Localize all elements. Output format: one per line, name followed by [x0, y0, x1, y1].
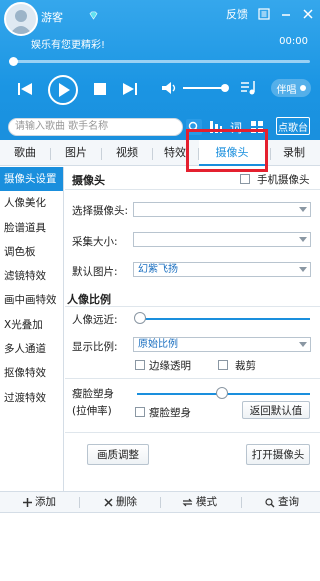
display-ratio-value: 原始比例	[138, 339, 178, 350]
display-ratio-label: 显示比例:	[72, 341, 118, 353]
default-image-dropdown[interactable]: 幻紫飞扬	[133, 262, 311, 277]
portrait-distance-knob[interactable]	[134, 312, 146, 324]
delete-button[interactable]: 删除	[104, 492, 137, 513]
display-ratio-dropdown[interactable]: 原始比例	[133, 337, 311, 352]
delete-label: 删除	[116, 496, 137, 508]
stop-icon[interactable]	[94, 83, 106, 95]
feedback-link[interactable]: 反馈	[226, 6, 248, 22]
select-camera-dropdown[interactable]	[133, 202, 311, 217]
camera-sidebar: 摄像头设置 人像美化 脸谱道具 调色板 滤镜特效 画中画特效 X光叠加 多人通道…	[0, 167, 64, 491]
delete-x-icon	[104, 498, 113, 507]
magnifier-icon	[265, 497, 275, 507]
song-console-button[interactable]: 点歌台	[276, 117, 310, 135]
sidebar-item-filter[interactable]: 滤镜特效	[0, 264, 63, 288]
reset-default-button[interactable]: 返回默认值	[242, 401, 310, 419]
mode-button[interactable]: 模式	[182, 492, 217, 513]
chevron-down-icon	[299, 342, 307, 347]
highlight-box	[186, 129, 268, 172]
crop-label: 裁剪	[235, 360, 256, 372]
plus-icon	[23, 498, 32, 507]
tab-record[interactable]: 录制	[271, 140, 317, 166]
phone-camera-checkbox[interactable]	[240, 174, 250, 184]
minimize-icon[interactable]	[280, 8, 292, 20]
sidebar-item-camera-settings[interactable]: 摄像头设置	[0, 167, 63, 192]
face-slim-check-label: 瘦脸塑身	[149, 407, 191, 419]
user-avatar-icon	[10, 10, 32, 34]
avatar[interactable]	[4, 2, 38, 36]
mode-arrows-icon	[182, 498, 193, 507]
default-image-value: 幻紫飞扬	[138, 264, 178, 275]
add-label: 添加	[35, 496, 56, 508]
sidebar-item-xray[interactable]: X光叠加	[0, 313, 63, 337]
window-controls: 反馈	[226, 6, 314, 22]
sidebar-item-transition[interactable]: 过渡特效	[0, 386, 63, 410]
playlist-music-icon[interactable]	[240, 80, 258, 96]
sidebar-item-palette[interactable]: 调色板	[0, 240, 63, 264]
play-icon[interactable]	[47, 74, 79, 106]
tagline: 娱乐有您更精彩!	[31, 40, 106, 51]
volume-slider[interactable]	[183, 87, 225, 89]
sidebar-item-portrait-beauty[interactable]: 人像美化	[0, 191, 63, 215]
chevron-down-icon	[299, 207, 307, 212]
tab-songs[interactable]: 歌曲	[0, 140, 50, 166]
progress-knob[interactable]	[9, 57, 18, 66]
progress-bar[interactable]	[9, 57, 310, 66]
mode-label: 模式	[196, 496, 217, 508]
capture-size-dropdown[interactable]	[133, 232, 311, 247]
capture-size-label: 采集大小:	[72, 236, 118, 248]
sidebar-item-pip[interactable]: 画中画特效	[0, 288, 63, 312]
edge-transparent-checkbox[interactable]	[135, 360, 145, 370]
portrait-section-title: 人像比例	[67, 293, 111, 306]
time-display: 00:00	[279, 36, 308, 47]
previous-icon[interactable]	[16, 82, 34, 96]
query-label: 查询	[278, 496, 299, 508]
portrait-distance-label: 人像远近:	[72, 314, 118, 326]
tab-video[interactable]: 视频	[102, 140, 152, 166]
main-tabs: 歌曲 图片 视频 特效 摄像头 录制	[0, 140, 320, 166]
toggle-dot-icon	[299, 85, 306, 91]
face-slim-label: 瘦脸塑身	[72, 388, 114, 400]
default-image-label: 默认图片:	[72, 266, 118, 278]
camera-settings-panel: 摄像头 手机摄像头 选择摄像头: 采集大小: 默认图片: 幻紫飞扬 人像比例 人…	[65, 167, 320, 491]
sidebar-item-face-props[interactable]: 脸谱道具	[0, 216, 63, 240]
add-button[interactable]: 添加	[23, 492, 56, 513]
player-header: 游客 反馈 娱乐有您更精彩! 00:00 伴唱 请输入歌曲 歌手名称 词 点歌台	[0, 0, 320, 145]
volume-icon[interactable]	[161, 81, 179, 95]
open-camera-button[interactable]: 打开摄像头	[246, 444, 310, 465]
camera-section-title: 摄像头	[72, 174, 105, 187]
select-camera-label: 选择摄像头:	[72, 205, 129, 217]
chevron-down-icon	[299, 237, 307, 242]
query-button[interactable]: 查询	[265, 492, 299, 513]
portrait-distance-slider[interactable]	[137, 318, 310, 320]
accompany-label: 伴唱	[276, 84, 297, 96]
bottom-toolbar: 添加 删除 模式 查询	[0, 491, 320, 513]
accompany-toggle[interactable]: 伴唱	[271, 79, 311, 97]
username[interactable]: 游客	[41, 9, 63, 25]
tab-images[interactable]: 图片	[51, 140, 101, 166]
next-icon[interactable]	[121, 82, 139, 96]
sidebar-item-multi-channel[interactable]: 多人通道	[0, 337, 63, 361]
quality-adjust-button[interactable]: 画质调整	[87, 444, 149, 465]
menu-icon[interactable]	[258, 8, 270, 20]
crop-checkbox[interactable]	[218, 360, 228, 370]
face-slim-checkbox[interactable]	[135, 407, 145, 417]
face-slim-sub-label: (拉伸率)	[72, 405, 112, 417]
face-slim-knob[interactable]	[216, 387, 228, 399]
close-icon[interactable]	[302, 8, 314, 20]
empty-area	[0, 513, 320, 581]
diamond-icon	[89, 11, 98, 20]
search-input[interactable]: 请输入歌曲 歌手名称	[8, 118, 183, 136]
sidebar-item-keying[interactable]: 抠像特效	[0, 361, 63, 385]
chevron-down-icon	[299, 267, 307, 272]
volume-knob[interactable]	[221, 84, 229, 92]
edge-transparent-label: 边缘透明	[149, 360, 191, 372]
phone-camera-label: 手机摄像头	[257, 174, 310, 186]
